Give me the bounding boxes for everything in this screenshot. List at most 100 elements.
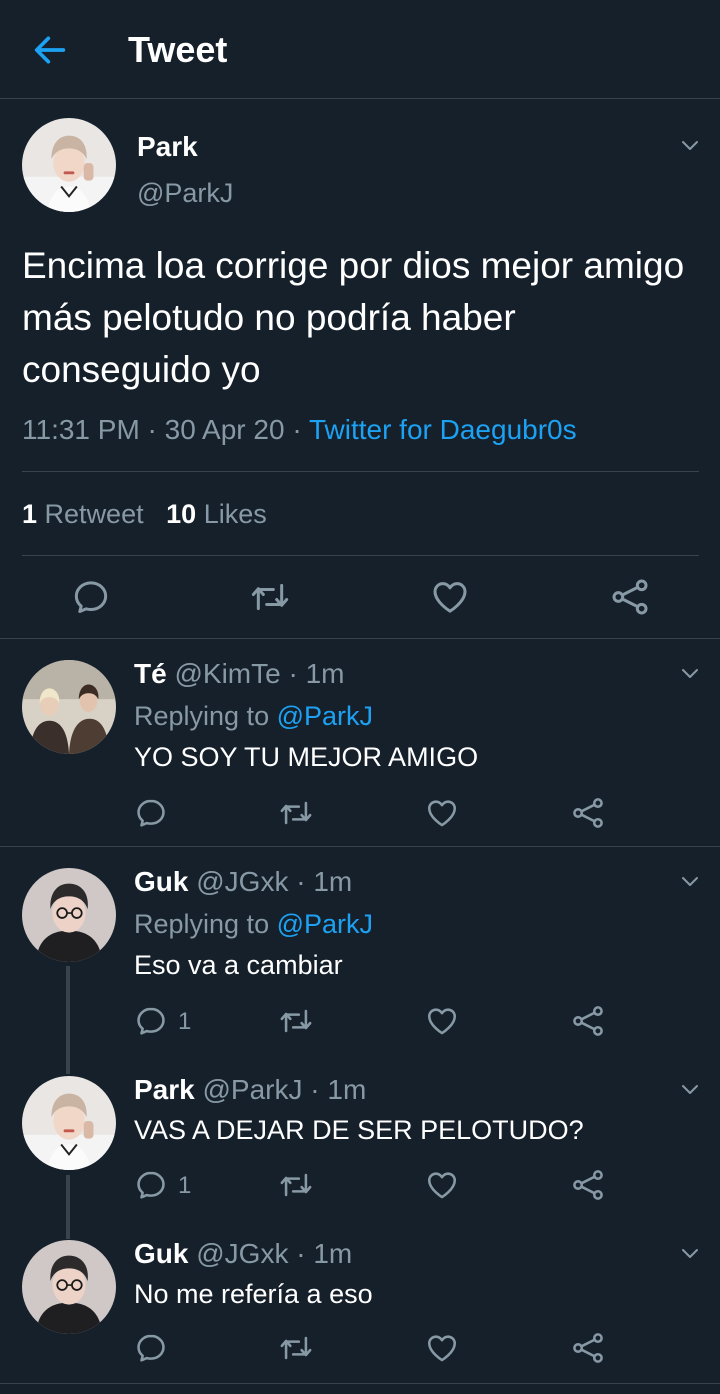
tweet-stats: 1 Retweet 10 Likes: [22, 497, 267, 531]
like-button[interactable]: [430, 577, 470, 617]
reply-menu-button[interactable]: [678, 869, 702, 893]
retweet-icon: [279, 1168, 313, 1202]
avatar-image: [22, 118, 116, 212]
chevron-down-icon: [678, 661, 702, 685]
thread-line: [66, 966, 70, 1074]
author-name[interactable]: Park: [137, 130, 198, 164]
retweet-icon: [250, 577, 290, 617]
reply-button[interactable]: 1: [134, 1168, 204, 1202]
avatar[interactable]: [22, 118, 116, 212]
reply-header: Té @KimTe · 1m: [134, 657, 344, 691]
share-button[interactable]: [571, 1168, 605, 1202]
reply-menu-button[interactable]: [678, 1077, 702, 1101]
avatar[interactable]: [22, 868, 116, 962]
retweet-button[interactable]: [250, 577, 290, 617]
reply-divider: [0, 1383, 720, 1384]
avatar[interactable]: [22, 1076, 116, 1170]
replying-label: Replying to: [134, 909, 270, 939]
retweet-count: 1: [22, 499, 38, 529]
like-icon: [425, 1331, 459, 1365]
reply-menu-button[interactable]: [678, 1241, 702, 1265]
share-icon: [571, 1168, 605, 1202]
stats-divider: [22, 555, 699, 556]
reply-author-name[interactable]: Guk: [134, 1238, 188, 1269]
reply-text: Eso va a cambiar: [134, 950, 343, 980]
like-icon: [425, 796, 459, 830]
reply-author-handle[interactable]: @JGxk: [196, 1238, 288, 1269]
reply-time: · 1m: [296, 1238, 353, 1269]
like-button[interactable]: [425, 1004, 459, 1038]
chevron-down-icon: [678, 1077, 702, 1101]
tweet-meta: 11:31 PM · 30 Apr 20 · Twitter for Daegu…: [22, 412, 577, 448]
share-icon: [610, 577, 650, 617]
reply-button[interactable]: 1: [134, 1004, 204, 1038]
like-label: Likes: [203, 499, 267, 529]
reply-menu-button[interactable]: [678, 661, 702, 685]
retweet-button[interactable]: [279, 1004, 313, 1038]
retweet-icon: [279, 796, 313, 830]
avatar-image: [22, 660, 116, 754]
author-handle[interactable]: @ParkJ: [137, 176, 233, 210]
reply-icon: [134, 796, 168, 830]
avatar[interactable]: [22, 1240, 116, 1334]
avatar-image: [22, 1076, 116, 1170]
retweet-button[interactable]: [279, 1331, 313, 1365]
share-button[interactable]: [571, 796, 605, 830]
retweet-button[interactable]: [279, 1168, 313, 1202]
like-button[interactable]: [425, 1331, 459, 1365]
reply-time: · 1m: [288, 658, 345, 689]
reply-count: 1: [178, 1172, 192, 1199]
reply-author-name[interactable]: Té: [134, 658, 167, 689]
like-icon: [425, 1004, 459, 1038]
reply-button[interactable]: [134, 1331, 168, 1365]
tweet-time: 11:31 PM: [22, 414, 140, 445]
share-button[interactable]: [610, 577, 650, 617]
retweet-label: Retweet: [44, 499, 144, 529]
reply-count: 1: [178, 1008, 192, 1035]
reply-button[interactable]: [134, 796, 168, 830]
chevron-down-icon: [678, 133, 702, 157]
page-title: Tweet: [128, 29, 228, 70]
reply-header: Guk @JGxk · 1m: [134, 865, 352, 899]
reply-button[interactable]: [71, 577, 111, 617]
like-icon: [425, 1168, 459, 1202]
retweet-button[interactable]: [279, 796, 313, 830]
reply-author-name[interactable]: Guk: [134, 866, 188, 897]
retweet-icon: [279, 1331, 313, 1365]
reply-author-handle[interactable]: @KimTe: [174, 658, 280, 689]
tweet-menu-button[interactable]: [678, 133, 702, 157]
retweets-stat[interactable]: 1 Retweet: [22, 499, 144, 529]
share-button[interactable]: [571, 1331, 605, 1365]
reply-icon: [134, 1004, 168, 1038]
thread-line: [66, 1175, 70, 1239]
replying-to-link[interactable]: @ParkJ: [277, 701, 373, 731]
meta-separator: ·: [284, 414, 309, 445]
replying-to-link[interactable]: @ParkJ: [277, 909, 373, 939]
reply-text: VAS A DEJAR DE SER PELOTUDO?: [134, 1115, 584, 1145]
reply-text: No me refería a eso: [134, 1279, 373, 1309]
share-button[interactable]: [571, 1004, 605, 1038]
share-icon: [571, 796, 605, 830]
header-divider: [0, 98, 720, 99]
chevron-down-icon: [678, 869, 702, 893]
retweet-icon: [279, 1004, 313, 1038]
likes-stat[interactable]: 10 Likes: [166, 499, 267, 529]
like-button[interactable]: [425, 1168, 459, 1202]
reply-time: · 1m: [296, 866, 353, 897]
avatar-image: [22, 868, 116, 962]
reply-author-handle[interactable]: @ParkJ: [203, 1074, 303, 1105]
reply-author-name[interactable]: Park: [134, 1074, 195, 1105]
replying-to: Replying to @ParkJ: [134, 907, 373, 941]
back-button[interactable]: [30, 30, 70, 70]
chevron-down-icon: [678, 1241, 702, 1265]
avatar[interactable]: [22, 660, 116, 754]
like-count: 10: [166, 499, 197, 529]
like-button[interactable]: [425, 796, 459, 830]
like-icon: [430, 577, 470, 617]
share-icon: [571, 1331, 605, 1365]
reply-header: Park @ParkJ · 1m: [134, 1073, 366, 1107]
reply-icon: [71, 577, 111, 617]
replying-label: Replying to: [134, 701, 270, 731]
reply-author-handle[interactable]: @JGxk: [196, 866, 288, 897]
tweet-source-link[interactable]: Twitter for Daegubr0s: [309, 414, 577, 445]
